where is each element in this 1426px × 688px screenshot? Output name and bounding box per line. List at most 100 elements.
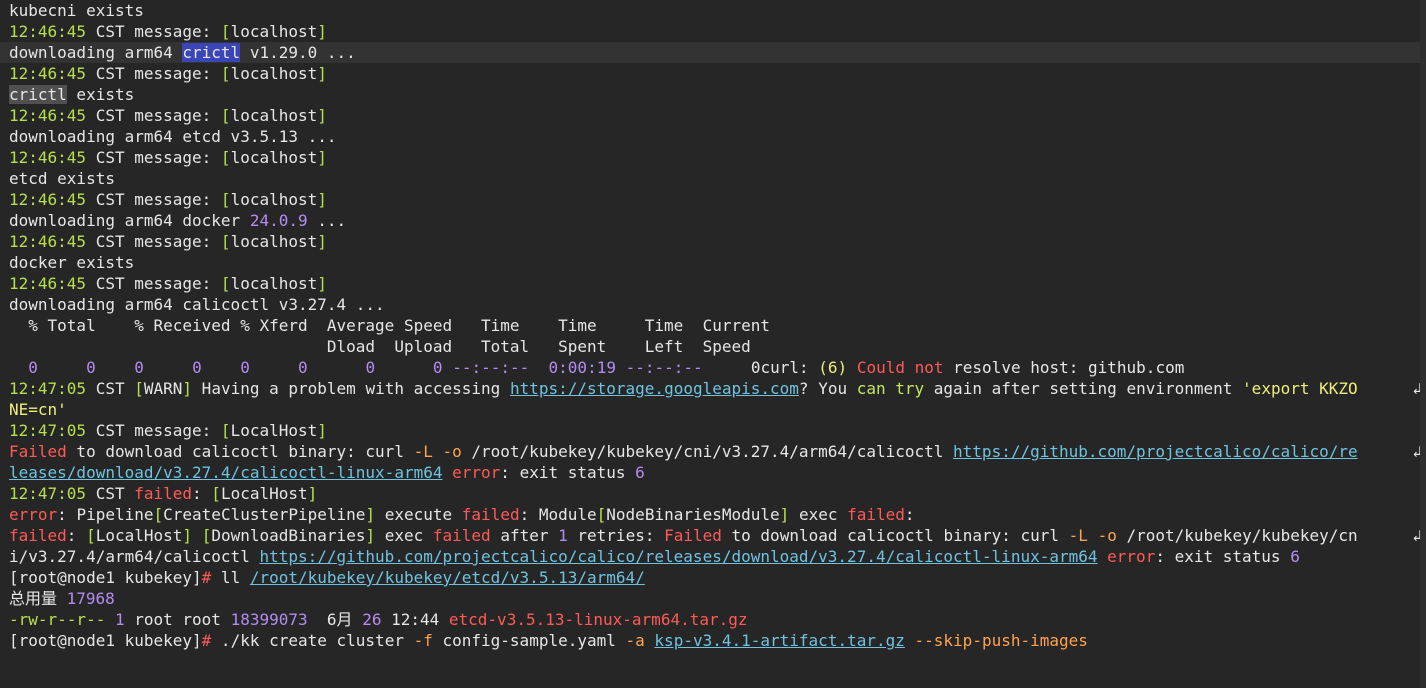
terminal-text: 6 (1290, 547, 1300, 566)
terminal-text: 12:46:45 (9, 22, 87, 41)
terminal-line: docker exists (0, 252, 1426, 273)
terminal-line: Dload Upload Total Spent Left Speed (0, 336, 1426, 357)
terminal-text: exists (66, 85, 135, 104)
terminal-line: kubecni exists (0, 0, 1426, 21)
terminal-text: Failed (9, 442, 67, 461)
terminal-text: exec (375, 526, 433, 545)
terminal-text: : Pipeline (57, 505, 154, 524)
terminal-line: [root@node1 kubekey]# ll /root/kubekey/k… (0, 567, 1426, 588)
terminal-text: localhost (230, 106, 318, 125)
terminal-text: --:--:-- (452, 358, 530, 377)
terminal-link[interactable]: ksp-v3.4.1-artifact.tar.gz (654, 631, 904, 650)
terminal-text: CST message: (86, 106, 221, 125)
terminal-text: --:--:-- (625, 358, 703, 377)
terminal-text: ] (317, 22, 327, 41)
terminal-text: 12:47:05 (9, 484, 87, 503)
terminal-text: ] (317, 274, 327, 293)
terminal-link[interactable]: https://storage.googleapis.com (510, 379, 799, 398)
terminal-text: ] (307, 484, 318, 503)
terminal-line: 12:46:45 CST message: [localhost] (0, 21, 1426, 42)
terminal-text: CST (86, 379, 135, 398)
terminal-text: localhost (230, 22, 318, 41)
terminal-text: ... (307, 211, 347, 230)
terminal-text: -L -o (1068, 526, 1117, 545)
terminal-text: -L -o (413, 442, 462, 461)
terminal-text: 0 (134, 358, 144, 377)
terminal-text: failed (9, 526, 67, 545)
terminal-line: % Total % Received % Xferd Average Speed… (0, 315, 1426, 336)
terminal-text: -rw-r--r-- (9, 610, 106, 629)
terminal-text: 6月 (307, 610, 363, 629)
terminal-line: downloading arm64 calicoctl v3.27.4 ... (0, 294, 1426, 315)
terminal-text: 'export KKZO (1242, 379, 1358, 398)
terminal-text: kubecni exists (9, 1, 144, 20)
terminal-text: ] (317, 232, 327, 251)
terminal-text: 0 (240, 358, 250, 377)
terminal-text: v1.29.0 ... (240, 43, 356, 62)
terminal-text: 6 (635, 463, 645, 482)
terminal-text: etcd exists (9, 169, 115, 188)
terminal-text: ] (365, 505, 376, 524)
terminal-text: localhost (230, 64, 318, 83)
terminal-text: downloading arm64 calicoctl v3.27.4 ... (9, 295, 385, 314)
terminal-text: ] (182, 379, 193, 398)
terminal-text: downloading arm64 (9, 43, 183, 62)
terminal-line: 12:47:05 CST failed: [LocalHost] (0, 483, 1426, 504)
terminal-text: LocalHost (230, 421, 318, 440)
terminal-text: ] (317, 148, 327, 167)
terminal-text: can try (856, 379, 925, 398)
terminal-line: failed: [LocalHost] [DownloadBinaries] e… (0, 525, 1426, 546)
terminal-text: config-sample.yaml (432, 631, 626, 650)
terminal-text: execute (375, 505, 462, 524)
terminal-text: (6) (818, 358, 848, 377)
terminal-text: 12:44 (381, 610, 449, 629)
terminal-text: exec (789, 505, 848, 524)
terminal-line: 12:46:45 CST message: [localhost] (0, 231, 1426, 252)
vertical-scrollbar[interactable] (1420, 0, 1426, 688)
terminal-text: i/v3.27.4/arm64/calicoctl (9, 547, 260, 566)
terminal-text: ] (779, 505, 790, 524)
terminal-text: [ (134, 379, 144, 398)
terminal-text: ] (317, 106, 327, 125)
terminal-text: localhost (230, 232, 318, 251)
terminal-text: CST message: (86, 148, 221, 167)
terminal-text: failed (432, 526, 491, 545)
terminal-line: 12:46:45 CST message: [localhost] (0, 105, 1426, 126)
terminal-link[interactable]: /root/kubekey/kubekey/etcd/v3.5.13/arm64… (250, 568, 645, 587)
terminal-window[interactable]: kubecni exists 12:46:45 CST message: [loc… (0, 0, 1426, 688)
terminal-text: -a (625, 631, 645, 650)
terminal-text: docker exists (9, 253, 135, 272)
terminal-link[interactable]: https://github.com/projectcalico/calico/… (259, 547, 1097, 566)
terminal-text: 12:47:05 (9, 421, 87, 440)
terminal-text: 12:46:45 (9, 232, 87, 251)
terminal-text: LocalHost (220, 484, 308, 503)
terminal-link[interactable]: https://github.com/projectcalico/calico/… (953, 442, 1358, 461)
terminal-line: downloading arm64 crictl v1.29.0 ... (0, 42, 1426, 63)
terminal-line: [root@node1 kubekey]# ./kk create cluste… (0, 630, 1426, 651)
terminal-text: : exit status (500, 463, 636, 482)
terminal-text: Could not (856, 358, 944, 377)
terminal-text: 24.0.9 (249, 211, 308, 230)
terminal-text: failed (461, 505, 520, 524)
terminal-link[interactable]: leases/download/v3.27.4/calicoctl-linux-… (9, 463, 442, 482)
terminal-text: NE=cn' (9, 400, 67, 419)
terminal-text: ] (317, 190, 327, 209)
terminal-line: i/v3.27.4/arm64/calicoctl https://github… (0, 546, 1426, 567)
terminal-text: CST message: (86, 232, 221, 251)
terminal-text: 12:46:45 (9, 106, 87, 125)
terminal-text: 26 (362, 610, 382, 629)
terminal-text: 0 (192, 358, 202, 377)
terminal-text: failed (847, 505, 905, 524)
terminal-text: CST message: (86, 22, 221, 41)
terminal-text: resolve host: github.com (943, 358, 1185, 377)
terminal-text: localhost (230, 274, 318, 293)
terminal-line: 12:46:45 CST message: [localhost] (0, 63, 1426, 84)
